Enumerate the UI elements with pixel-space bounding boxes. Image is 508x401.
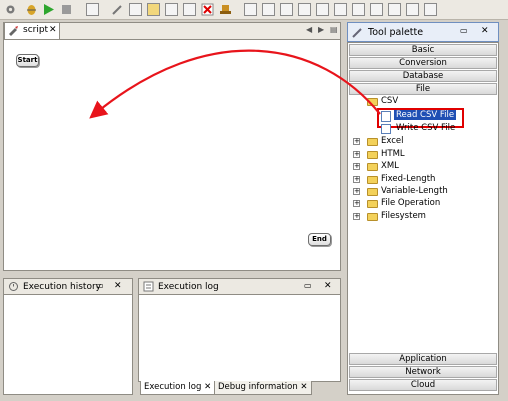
drag-arrow-path	[89, 49, 381, 119]
drag-arrow	[89, 49, 381, 119]
